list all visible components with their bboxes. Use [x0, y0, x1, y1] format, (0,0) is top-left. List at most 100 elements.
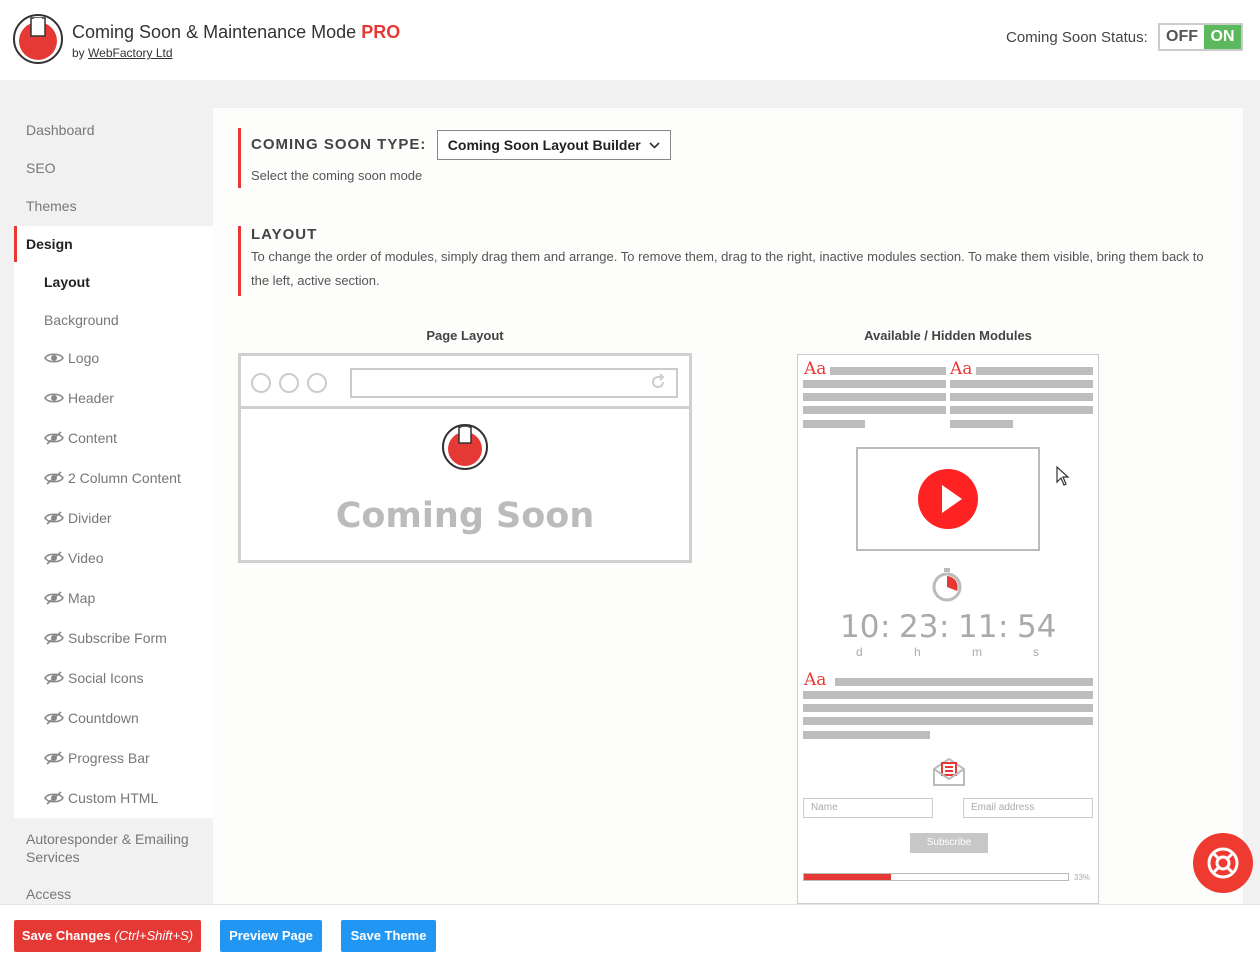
eye-slash-icon[interactable] — [44, 631, 64, 645]
lifebuoy-icon — [1207, 847, 1239, 879]
sidebar-module-2-column-content[interactable]: 2 Column Content — [44, 470, 181, 486]
countdown-days: 10 — [840, 609, 880, 645]
sidebar-item-dashboard[interactable]: Dashboard — [26, 122, 95, 138]
preview-page-button[interactable]: Preview Page — [220, 920, 322, 952]
sidebar-module-progress-bar[interactable]: Progress Bar — [44, 750, 150, 766]
sidebar-item-seo[interactable]: SEO — [26, 160, 56, 176]
progress-bar-module — [803, 873, 1069, 881]
status-label: Coming Soon Status: — [1006, 29, 1148, 46]
countdown-seconds-label: s — [1033, 645, 1039, 659]
pro-badge: PRO — [361, 22, 401, 42]
eye-slash-icon[interactable] — [44, 471, 64, 485]
mouse-cursor-icon — [1056, 466, 1070, 486]
subscribe-email-input: Email address — [963, 798, 1093, 818]
save-changes-label: Save Changes — [21, 928, 111, 943]
sidebar-module-divider[interactable]: Divider — [44, 510, 112, 526]
sidebar-module-label: Subscribe Form — [68, 630, 167, 646]
layout-section: LAYOUT To change the order of modules, s… — [238, 226, 1218, 296]
sidebar-module-map[interactable]: Map — [44, 590, 95, 606]
coming-soon-type-select[interactable]: Coming Soon Layout Builder — [436, 130, 671, 160]
eye-icon[interactable] — [44, 391, 64, 405]
text-line — [835, 678, 1093, 686]
eye-slash-icon[interactable] — [44, 671, 64, 685]
sidebar-module-header[interactable]: Header — [44, 390, 114, 406]
eye-slash-icon[interactable] — [44, 711, 64, 725]
reload-icon — [652, 374, 665, 388]
app-title-text: Coming Soon & Maintenance Mode — [72, 22, 357, 42]
text-line — [950, 380, 1093, 388]
sidebar-item-themes[interactable]: Themes — [26, 198, 77, 214]
save-theme-button[interactable]: Save Theme — [341, 920, 436, 952]
eye-icon[interactable] — [44, 351, 64, 365]
browser-url-bar — [350, 368, 678, 398]
text-line — [803, 704, 1093, 712]
countdown-sep: : — [998, 609, 1009, 645]
status-toggle[interactable]: OFF ON — [1158, 23, 1243, 51]
sidebar-module-custom-html[interactable]: Custom HTML — [44, 790, 158, 806]
sidebar-module-label: Video — [68, 550, 104, 566]
coming-soon-type-section: COMING SOON TYPE: Coming Soon Layout Bui… — [238, 128, 671, 188]
layout-title: LAYOUT — [251, 226, 318, 243]
sidebar-module-label: Custom HTML — [68, 790, 159, 806]
eye-slash-icon[interactable] — [44, 591, 64, 605]
sidebar-item-background[interactable]: Background — [44, 312, 119, 328]
footer-bar: Save Changes (Ctrl+Shift+S) Preview Page… — [0, 904, 1260, 960]
text-line — [950, 406, 1093, 414]
envelope-icon — [933, 757, 965, 786]
sidebar-item-layout[interactable]: Layout — [44, 274, 90, 290]
top-header: Coming Soon & Maintenance Mode PRO by We… — [0, 0, 1260, 80]
text-line — [976, 367, 1093, 375]
toggle-off[interactable]: OFF — [1160, 25, 1204, 49]
page-layout-preview[interactable]: Coming Soon — [238, 353, 692, 563]
eye-slash-icon[interactable] — [44, 751, 64, 765]
sidebar-item-access[interactable]: Access — [26, 886, 71, 902]
eye-slash-icon[interactable] — [44, 791, 64, 805]
sidebar-module-label: Divider — [68, 510, 112, 526]
browser-dot-icon — [307, 373, 327, 393]
toggle-on[interactable]: ON — [1204, 25, 1241, 49]
help-button[interactable] — [1193, 833, 1253, 893]
stopwatch-icon — [932, 568, 962, 602]
text-line — [950, 393, 1093, 401]
subscribe-button: Subscribe — [910, 833, 988, 853]
text-line — [803, 420, 865, 428]
sidebar-module-label: Header — [68, 390, 114, 406]
chevron-down-icon — [649, 141, 660, 149]
company-link[interactable]: WebFactory Ltd — [88, 46, 172, 60]
sidebar-module-subscribe-form[interactable]: Subscribe Form — [44, 630, 167, 646]
countdown-sep: : — [880, 609, 891, 645]
available-modules-panel: Aa Aa 10 : 23 : 11 : 54 d h m s Aa Name … — [797, 354, 1099, 904]
countdown-days-label: d — [856, 645, 863, 659]
two-column-content-aa: Aa — [804, 359, 827, 379]
sidebar-item-autoresponder[interactable]: Autoresponder & Emailing Services — [26, 830, 206, 866]
progress-label: 33% — [1074, 873, 1091, 882]
sidebar-item-design[interactable]: Design — [26, 236, 73, 252]
progress-fill — [804, 874, 892, 880]
play-icon — [918, 469, 978, 529]
save-shortcut-label: (Ctrl+Shift+S) — [114, 928, 194, 943]
sidebar-module-logo[interactable]: Logo — [44, 350, 99, 366]
coming-soon-logo-icon[interactable] — [441, 424, 489, 470]
text-line — [803, 731, 930, 739]
sidebar-module-content[interactable]: Content — [44, 430, 117, 446]
save-changes-button[interactable]: Save Changes (Ctrl+Shift+S) — [14, 920, 201, 952]
sidebar-module-label: Progress Bar — [68, 750, 150, 766]
text-line — [803, 380, 946, 388]
sidebar-module-label: Countdown — [68, 710, 139, 726]
eye-slash-icon[interactable] — [44, 431, 64, 445]
coming-soon-headline[interactable]: Coming Soon — [241, 496, 689, 536]
sidebar-module-video[interactable]: Video — [44, 550, 104, 566]
browser-bar — [241, 356, 689, 409]
eye-slash-icon[interactable] — [44, 511, 64, 525]
sidebar-module-countdown[interactable]: Countdown — [44, 710, 139, 726]
layout-desc: To change the order of modules, simply d… — [251, 249, 1204, 288]
eye-slash-icon[interactable] — [44, 551, 64, 565]
sidebar-module-social-icons[interactable]: Social Icons — [44, 670, 143, 686]
sidebar-module-label: 2 Column Content — [68, 470, 181, 486]
video-module[interactable] — [856, 447, 1040, 551]
text-line — [803, 406, 946, 414]
text-line — [830, 367, 946, 375]
countdown-minutes-label: m — [972, 645, 982, 659]
design-submenu — [14, 262, 213, 818]
byline: by WebFactory Ltd — [72, 46, 173, 60]
